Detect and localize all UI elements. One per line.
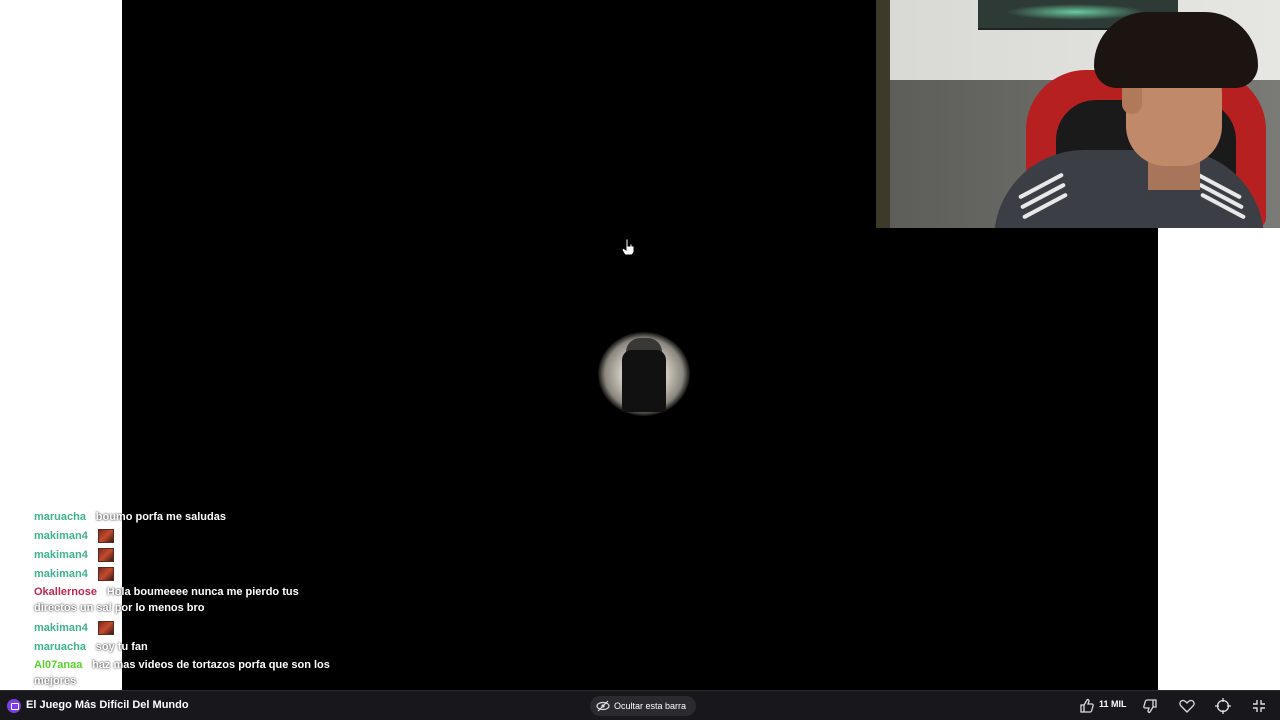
thumbs-up-icon[interactable] bbox=[1078, 697, 1096, 715]
crosshair-icon[interactable] bbox=[1214, 697, 1232, 715]
chat-text: boumo porfa me saludas bbox=[95, 511, 226, 523]
chat-emote-icon bbox=[97, 548, 114, 563]
hide-bar-button[interactable]: Ocultar esta barra bbox=[590, 696, 697, 716]
chat-text: soy tu fan bbox=[95, 641, 148, 653]
chat-emote-icon bbox=[97, 621, 114, 636]
chat-separator: : bbox=[87, 549, 98, 561]
chat-username[interactable]: makiman4 bbox=[34, 568, 88, 580]
chat-message: maruacha : boumo porfa me saludas bbox=[34, 508, 334, 527]
chat-separator: : bbox=[96, 586, 107, 598]
webcam-left-edge bbox=[876, 0, 890, 228]
heart-icon[interactable] bbox=[1178, 697, 1196, 715]
chat-overlay: maruacha : boumo porfa me saludas makiman… bbox=[34, 508, 334, 692]
chat-message: Al07anaa : haz mas videos de tortazos po… bbox=[34, 657, 334, 689]
chat-separator: : bbox=[87, 568, 98, 580]
chat-username[interactable]: maruacha bbox=[34, 641, 86, 653]
chat-username[interactable]: makiman4 bbox=[34, 549, 88, 561]
right-margin bbox=[1158, 228, 1280, 690]
bottom-bar: El Juego Más Difícil Del Mundo Ocultar e… bbox=[0, 690, 1280, 720]
chat-message: makiman4 : bbox=[34, 619, 334, 638]
webcam-hair bbox=[1094, 12, 1258, 88]
chat-separator: : bbox=[82, 659, 93, 671]
eye-slash-icon bbox=[596, 700, 610, 712]
stream-title: El Juego Más Difícil Del Mundo bbox=[26, 699, 189, 711]
chat-message: maruacha : soy tu fan bbox=[34, 638, 334, 657]
chat-message: makiman4 : bbox=[34, 565, 334, 584]
chat-username[interactable]: makiman4 bbox=[34, 622, 88, 634]
chat-separator: : bbox=[85, 641, 96, 653]
chat-message: Okallernose : Hola boumeeee nunca me pie… bbox=[34, 584, 334, 616]
chat-message: makiman4 : bbox=[34, 527, 334, 546]
thumbs-down-icon[interactable] bbox=[1141, 697, 1159, 715]
likes-count: 11 MIL bbox=[1099, 699, 1127, 709]
game-doorway bbox=[622, 350, 666, 412]
chat-message: makiman4 : bbox=[34, 546, 334, 565]
hide-bar-label: Ocultar esta barra bbox=[614, 701, 687, 711]
chat-username[interactable]: Al07anaa bbox=[34, 659, 82, 671]
chat-separator: : bbox=[87, 530, 98, 542]
webcam-overlay bbox=[876, 0, 1280, 228]
chat-emote-icon bbox=[97, 529, 114, 544]
chat-separator: : bbox=[85, 511, 96, 523]
stream-platform-logo-icon[interactable] bbox=[7, 699, 21, 713]
chat-username[interactable]: makiman4 bbox=[34, 530, 88, 542]
chat-username[interactable]: Okallernose bbox=[34, 586, 97, 598]
chat-username[interactable]: maruacha bbox=[34, 511, 86, 523]
chat-emote-icon bbox=[97, 567, 114, 582]
chat-separator: : bbox=[87, 622, 98, 634]
hand-pointer-icon bbox=[621, 238, 635, 256]
minimize-icon[interactable] bbox=[1250, 697, 1268, 715]
